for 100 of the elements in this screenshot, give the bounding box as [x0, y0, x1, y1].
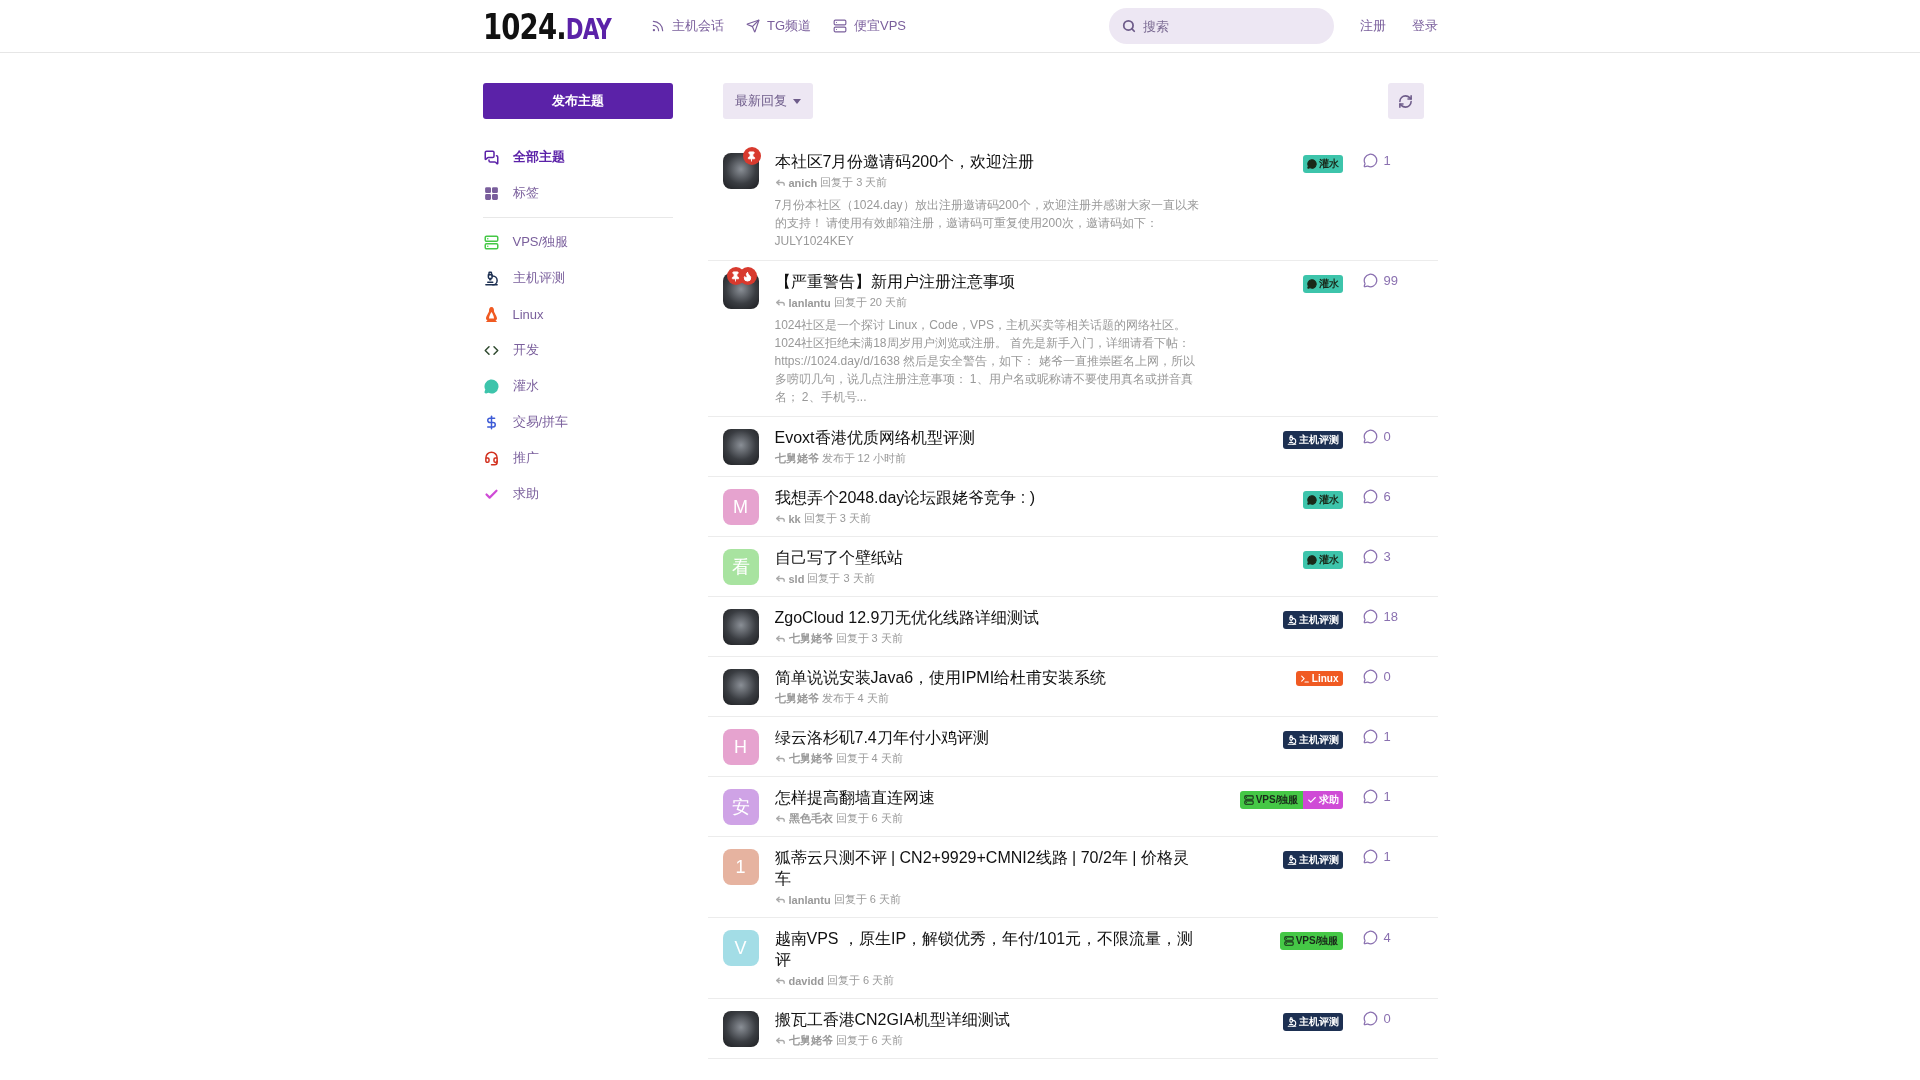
server-icon: [1283, 936, 1294, 946]
comment-icon: [1362, 549, 1378, 564]
post-time: 发布于 12 小时前: [821, 451, 906, 466]
discussion-title[interactable]: 搬瓦工香港CN2GIA机型详细测试: [774, 1009, 1205, 1030]
post-time: 回复于 3 天前: [835, 631, 903, 646]
nav-link[interactable]: 便宜VPS: [833, 17, 906, 35]
post-time: 回复于 3 天前: [803, 511, 871, 526]
post-button[interactable]: 发布主题: [482, 83, 673, 119]
discussion-row[interactable]: M 我想弄个2048.day论坛跟姥爷竞争 : ) kk 回复于 3 天前 灌水 6: [707, 477, 1438, 537]
comment-count: 0: [1383, 429, 1391, 444]
comment-icon: [1362, 930, 1378, 945]
letter-avatar: V: [722, 930, 759, 966]
discussion-row[interactable]: 1 狐蒂云只测不评 | CN2+9929+CMNI2线路 | 70/2年 | 价格灵车 lanlantu 回复于 6 天前 主机评测 1: [707, 837, 1438, 918]
discussion-title[interactable]: 我想弄个2048.day论坛跟姥爷竞争 : ): [774, 487, 1205, 508]
sidebar-item[interactable]: 全部主题: [482, 139, 673, 175]
post-time: 回复于 3 天前: [807, 571, 875, 586]
comment-count: 1: [1383, 153, 1391, 168]
comment-icon: [1362, 789, 1378, 804]
caret-icon: [792, 98, 801, 104]
comment-icon: [1362, 849, 1378, 864]
comment-count: 99: [1383, 273, 1398, 288]
nav-link[interactable]: 主机会话: [650, 17, 724, 35]
category-tag[interactable]: 主机评测: [1282, 431, 1343, 449]
discussion-title[interactable]: 怎样提高翻墙直连网速: [774, 787, 1205, 808]
discussion-title[interactable]: 绿云洛杉矶7.4刀年付小鸡评测: [774, 727, 1205, 748]
discussion-row[interactable]: 安 怎样提高翻墙直连网速 黑色毛衣 回复于 6 天前 VPS/独服 求助 1: [707, 777, 1438, 837]
discussion-row[interactable]: H 绿云洛杉矶7.4刀年付小鸡评测 七舅姥爷 回复于 4 天前 主机评测 1: [707, 717, 1438, 777]
comment-icon: [1362, 153, 1378, 168]
sidebar-item[interactable]: 标签: [482, 175, 673, 211]
feed-icon: [650, 19, 665, 33]
comment-icon: [1362, 429, 1378, 444]
discussion-row[interactable]: 简单说说安装Java6，使用IPMI给杜甫安装系统 七舅姥爷 发布于 4 天前 Linux 0: [707, 657, 1438, 717]
discussion-row[interactable]: V 越南VPS ，原生IP，解锁优秀，年付/101元，不限流量，测评 davidd 回复于 6 天前 VPS/独服 4: [707, 918, 1438, 999]
discussion-row[interactable]: 看 自己写了个壁纸站 sld 回复于 3 天前 灌水 3: [707, 537, 1438, 597]
category-tag[interactable]: 灌水: [1302, 155, 1343, 173]
comment-icon: [1362, 669, 1378, 684]
site-logo[interactable]: 1024.DAY: [482, 5, 611, 47]
sort-dropdown[interactable]: 最新回复: [722, 83, 813, 119]
comment-icon: [1362, 609, 1378, 624]
sidebar-item[interactable]: VPS/独服: [482, 224, 673, 260]
message-icon: [1306, 159, 1317, 169]
category-tag[interactable]: 主机评测: [1282, 1013, 1343, 1031]
comment-count: 1: [1383, 789, 1391, 804]
discussion-row[interactable]: 本社区7月份邀请码200个，欢迎注册 anich 回复于 3 天前 7月份本社区（1024.day）放出注册邀请码200个，欢迎注册并感谢大家一直以来的支持！ 请使用有效邮箱注册，邀请码可重复使用200次，邀请码如下： JULY1024KEY 灌水 1: [707, 141, 1438, 261]
category-tag[interactable]: 主机评测: [1282, 611, 1343, 629]
comment-count: 6: [1383, 489, 1391, 504]
post-time: 回复于 6 天前: [835, 811, 903, 826]
check-icon: [1306, 795, 1317, 805]
comment-count: 4: [1383, 930, 1391, 945]
category-tag[interactable]: 灌水: [1302, 551, 1343, 569]
header-link[interactable]: 登录: [1411, 17, 1438, 35]
message-icon: [1306, 495, 1317, 505]
chat-bubbles-icon: [483, 149, 499, 165]
post-time: 回复于 4 天前: [835, 751, 903, 766]
category-tag[interactable]: 主机评测: [1282, 851, 1343, 869]
search-field[interactable]: 搜索: [1108, 8, 1334, 44]
avatar-placeholder: [722, 1011, 759, 1047]
refresh-icon: [1398, 93, 1413, 109]
discussion-title[interactable]: 越南VPS ，原生IP，解锁优秀，年付/101元，不限流量，测评: [774, 928, 1205, 970]
discussion-title[interactable]: 自己写了个壁纸站: [774, 547, 1205, 568]
discussion-row[interactable]: Evoxt香港优质网络机型评测 七舅姥爷 发布于 12 小时前 主机评测 0: [707, 417, 1438, 477]
headset-icon: [483, 450, 499, 466]
nav-link[interactable]: TG频道: [745, 17, 811, 35]
category-tag[interactable]: 灌水: [1302, 275, 1343, 293]
comment-icon: [1362, 729, 1378, 744]
sidebar-item[interactable]: 主机评测: [482, 260, 673, 296]
sidebar-item[interactable]: 交易/拼车: [482, 404, 673, 440]
header-link[interactable]: 注册: [1359, 17, 1386, 35]
discussion-title[interactable]: ZgoCloud 12.9刀无优化线路详细测试: [774, 607, 1205, 628]
category-tag[interactable]: 主机评测: [1282, 731, 1343, 749]
post-time: 发布于 4 天前: [821, 691, 889, 706]
sidebar-item[interactable]: 求助: [482, 476, 673, 512]
post-time: 回复于 6 天前: [833, 892, 901, 907]
discussion-title[interactable]: Evoxt香港优质网络机型评测: [774, 427, 1205, 448]
sidebar-item[interactable]: Linux: [482, 296, 673, 332]
discussion-title[interactable]: 简单说说安装Java6，使用IPMI给杜甫安装系统: [774, 667, 1205, 688]
refresh-button[interactable]: [1387, 83, 1424, 119]
comment-icon: [1362, 1011, 1378, 1026]
comment-count: 0: [1383, 669, 1391, 684]
category-tag[interactable]: VPS/独服: [1279, 932, 1343, 950]
category-tag[interactable]: 求助: [1302, 791, 1343, 809]
letter-avatar: 安: [722, 789, 759, 825]
discussion-title[interactable]: 【严重警告】新用户注册注意事项: [774, 271, 1205, 292]
comment-count: 3: [1383, 549, 1391, 564]
discussion-row[interactable]: ZgoCloud 12.9刀无优化线路详细测试 七舅姥爷 回复于 3 天前 主机评测 18: [707, 597, 1438, 657]
discussion-title[interactable]: 狐蒂云只测不评 | CN2+9929+CMNI2线路 | 70/2年 | 价格灵车: [774, 847, 1205, 889]
sidebar-item[interactable]: 灌水: [482, 368, 673, 404]
discussion-title[interactable]: 本社区7月份邀请码200个，欢迎注册: [774, 151, 1205, 172]
letter-avatar: H: [722, 729, 759, 765]
post-time: 回复于 3 天前: [820, 175, 888, 190]
server-icon: [833, 19, 847, 33]
sidebar-item[interactable]: 开发: [482, 332, 673, 368]
message-icon: [1306, 279, 1317, 289]
comment-icon: [1362, 273, 1378, 288]
sidebar-item[interactable]: 推广: [482, 440, 673, 476]
grid-icon: [483, 185, 499, 201]
category-tag[interactable]: VPS/独服: [1239, 791, 1303, 809]
discussion-row[interactable]: 搬瓦工香港CN2GIA机型详细测试 七舅姥爷 回复于 6 天前 主机评测 0: [707, 999, 1438, 1059]
category-tag[interactable]: 灌水: [1302, 491, 1343, 509]
post-excerpt: 1024社区是一个探讨 Linux，Code，VPS，主机买卖等相关话题的网络社区。 1024社区拒绝未满18周岁用户浏览或注册。 首先是新手入门，详细请看下帖： https://1024.day/d/1638 然后是安全警告，如下： 姥爷一直推崇匿名上网，所以多唠叨几句，说几点注册注意事项： 1、用户名或昵称请不要使用真名或拼音真名； 2、手机号...: [774, 317, 1196, 406]
